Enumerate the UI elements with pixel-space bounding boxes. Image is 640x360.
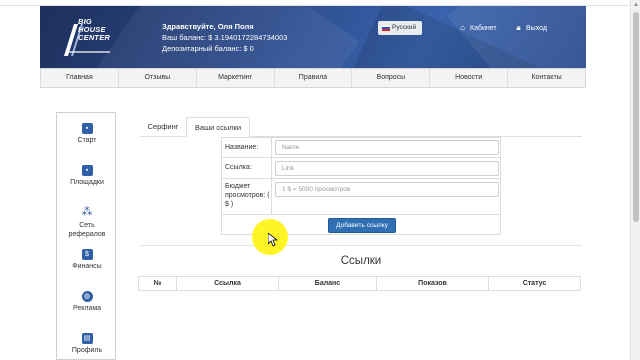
profile-icon: ▤ bbox=[81, 333, 93, 344]
sidebar-item-label: Сеть рефералов bbox=[68, 222, 106, 238]
site-logo[interactable]: BIG HOUSE CENTER bbox=[62, 16, 114, 58]
content-tabs: Серфинг Ваши ссылки bbox=[140, 117, 582, 138]
sidebar-item-finance[interactable]: $ Финансы bbox=[57, 249, 117, 270]
globe-icon: ◍ bbox=[81, 291, 93, 302]
scroll-up-icon[interactable]: ▲ bbox=[631, 0, 640, 10]
mouse-pointer-icon bbox=[268, 233, 278, 247]
link-input[interactable]: Link bbox=[275, 161, 499, 176]
add-link-button[interactable]: Добавить ссылку bbox=[328, 218, 396, 233]
sidebar-item-start[interactable]: ▪ Старт bbox=[57, 123, 117, 144]
nav-item-home[interactable]: Главная bbox=[41, 69, 119, 87]
sidebar-item-label: Старт bbox=[77, 137, 97, 144]
links-table-header: № Ссылка Баланс Показов Статус bbox=[138, 276, 581, 291]
balance-text: Ваш баланс: $ 3.1940172284734003 bbox=[162, 33, 288, 42]
sites-icon: ▪ bbox=[81, 165, 93, 176]
sidebar-item-ads[interactable]: ◍ Реклама bbox=[57, 291, 117, 312]
network-icon: ⁂ bbox=[81, 206, 93, 218]
nav-item-contacts[interactable]: Контакты bbox=[508, 69, 585, 87]
nav-item-rules[interactable]: Правила bbox=[275, 69, 353, 87]
cabinet-link[interactable]: ⌂ Кабинет bbox=[458, 23, 497, 32]
sidebar-item-label: Профиль bbox=[71, 347, 103, 354]
name-input[interactable]: Name bbox=[275, 140, 499, 155]
tab-your-links[interactable]: Ваши ссылки bbox=[186, 117, 250, 138]
page-scrollbar[interactable]: ▲ bbox=[630, 0, 640, 360]
link-label: Ссылка: bbox=[222, 158, 272, 178]
sidebar-item-referrals[interactable]: ⁂ Сеть рефералов bbox=[57, 207, 117, 239]
sidebar-item-sites[interactable]: ▪ Площадки bbox=[57, 165, 117, 186]
russian-flag-icon bbox=[382, 25, 390, 31]
form-row-budget: Бюджет просмотров: ( $ ) 1 $ = 5000 прос… bbox=[222, 179, 500, 215]
column-header-balance: Баланс bbox=[279, 277, 377, 290]
wallet-icon: $ bbox=[81, 249, 93, 260]
column-header-link: Ссылка bbox=[177, 277, 279, 290]
sidebar-item-label: Финансы bbox=[72, 263, 102, 270]
column-header-number: № bbox=[139, 277, 177, 290]
form-row-link: Ссылка: Link bbox=[222, 158, 500, 179]
greeting-text: Здравствуйте, Оля Поля bbox=[162, 22, 254, 31]
deposit-balance-text: Депозитарный баланс: $ 0 bbox=[162, 44, 254, 53]
section-divider bbox=[140, 245, 582, 246]
start-icon: ▪ bbox=[81, 123, 93, 134]
budget-input[interactable]: 1 $ = 5000 просмотров bbox=[275, 182, 499, 197]
column-header-status: Статус bbox=[522, 280, 547, 287]
sidebar: ▪ Старт ▪ Площадки ⁂ Сеть рефералов $ Фи… bbox=[56, 112, 116, 360]
budget-label: Бюджет просмотров: ( $ ) bbox=[222, 179, 272, 214]
scrollbar-thumb[interactable] bbox=[633, 12, 639, 222]
sidebar-item-label: Площадки bbox=[70, 179, 104, 186]
tab-surfing[interactable]: Серфинг bbox=[140, 117, 186, 137]
sidebar-item-profile[interactable]: ▤ Профиль bbox=[57, 333, 117, 354]
name-label: Название: bbox=[222, 138, 272, 157]
links-title: Ссылки bbox=[340, 255, 382, 267]
nav-item-reviews[interactable]: Отзывы bbox=[119, 69, 197, 87]
logout-label: Выход bbox=[526, 25, 547, 32]
nav-item-marketing[interactable]: Маркетинг bbox=[197, 69, 275, 87]
logo-text: BIG HOUSE CENTER bbox=[78, 17, 111, 42]
logout-link[interactable]: 🔒︎ Выход bbox=[514, 23, 547, 33]
main-nav: Главная Отзывы Маркетинг Правила Вопросы… bbox=[40, 68, 586, 88]
form-row-name: Название: Name bbox=[222, 138, 500, 158]
nav-item-faq[interactable]: Вопросы bbox=[352, 69, 431, 87]
site-header: BIG HOUSE CENTER Здравствуйте, Оля Поля … bbox=[40, 6, 586, 68]
lock-icon: 🔒︎ bbox=[516, 23, 521, 32]
language-label: Русский bbox=[392, 24, 417, 31]
column-header-views: Показов bbox=[377, 277, 489, 290]
cabinet-label: Кабинет bbox=[470, 25, 497, 32]
page: BIG HOUSE CENTER Здравствуйте, Оля Поля … bbox=[0, 0, 640, 360]
nav-item-news[interactable]: Новости bbox=[430, 69, 509, 87]
sidebar-item-label: Реклама bbox=[72, 305, 102, 312]
home-icon: ⌂ bbox=[460, 23, 465, 32]
language-selector[interactable]: Русский bbox=[378, 21, 422, 35]
